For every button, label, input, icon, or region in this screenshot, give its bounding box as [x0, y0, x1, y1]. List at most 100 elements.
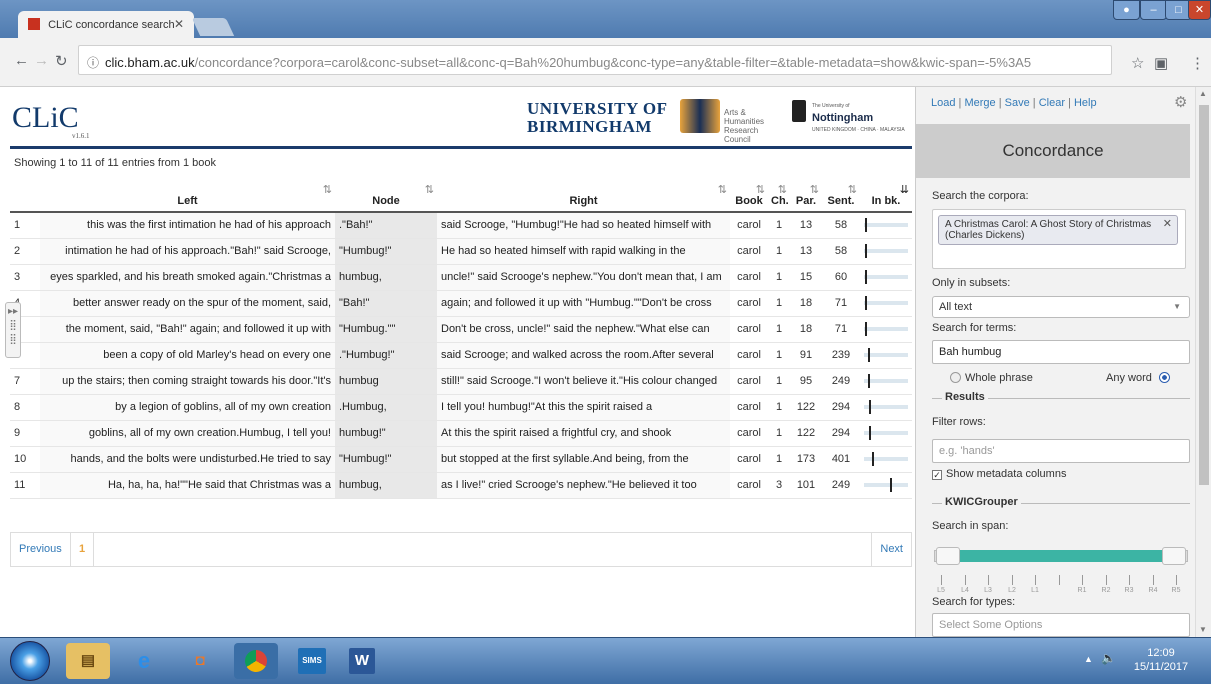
- corpus-chip[interactable]: A Christmas Carol: A Ghost Story of Chri…: [938, 215, 1178, 245]
- table-row[interactable]: 2 intimation he had of his approach."Bah!…: [10, 238, 912, 265]
- panel-toggle-handle[interactable]: ▸▸ ⣿ ⣿: [5, 302, 21, 358]
- table-row[interactable]: 7 up the stairs; then coming straight tow…: [10, 368, 912, 395]
- span-slider-right-handle[interactable]: [1162, 547, 1186, 565]
- tray-expand-icon[interactable]: ▲: [1084, 654, 1093, 664]
- sims-app-icon[interactable]: SIMS: [290, 643, 334, 679]
- reload-icon[interactable]: ↻: [55, 52, 68, 70]
- span-slider[interactable]: [934, 547, 1188, 565]
- table-row[interactable]: 11 Ha, ha, ha, ha!""He said that Christma…: [10, 472, 912, 499]
- sort-icon[interactable]: ⇅: [718, 183, 727, 196]
- version-label: v1.6.1: [72, 132, 90, 140]
- help-link[interactable]: Help: [1074, 97, 1097, 109]
- row-paragraph: 13: [790, 238, 822, 265]
- sort-icon[interactable]: ⇅: [810, 183, 819, 196]
- col-header-right[interactable]: Right ⇅: [437, 180, 730, 213]
- internet-explorer-icon[interactable]: e: [122, 643, 166, 679]
- row-in-book: [860, 420, 912, 447]
- back-arrow-icon[interactable]: ←: [14, 52, 29, 69]
- subset-select[interactable]: All text ▼: [932, 296, 1190, 318]
- volume-icon[interactable]: 🔈: [1101, 651, 1116, 665]
- in-book-position-bar: [864, 270, 908, 284]
- sort-icon[interactable]: ⇅: [756, 183, 765, 196]
- word-icon[interactable]: W: [340, 643, 384, 679]
- extension-icon[interactable]: ▣: [1154, 54, 1168, 72]
- bookmark-star-icon[interactable]: ☆: [1131, 54, 1144, 72]
- table-row[interactable]: 6been a copy of old Marley's head on eve…: [10, 342, 912, 369]
- corpora-select[interactable]: A Christmas Carol: A Ghost Story of Chri…: [932, 209, 1186, 269]
- browser-toolbar: ← → ↻ ⓘ clic.bham.ac.uk/concordance?corpo…: [0, 38, 1211, 87]
- col-header-left[interactable]: Left ⇅: [40, 180, 335, 213]
- sort-icon[interactable]: ⇅: [425, 183, 434, 196]
- merge-link[interactable]: Merge: [964, 97, 995, 109]
- any-word-option[interactable]: Any word: [1106, 372, 1174, 384]
- col-header-book[interactable]: Book ⇅: [730, 180, 768, 213]
- in-book-position-bar: [864, 426, 908, 440]
- table-row[interactable]: 9 goblins, all of my own creation.Humbug,…: [10, 420, 912, 447]
- table-row[interactable]: 8 by a legion of goblins, all of my own c…: [10, 394, 912, 421]
- span-slider-left-handle[interactable]: [936, 547, 960, 565]
- scroll-up-arrow-icon[interactable]: ▲: [1199, 89, 1207, 98]
- panel-scrollbar[interactable]: ▲ ▼: [1195, 87, 1211, 637]
- system-clock[interactable]: 12:09 15/11/2017: [1126, 646, 1196, 674]
- filter-rows-input[interactable]: e.g. 'hands': [932, 439, 1190, 463]
- next-page-button[interactable]: Next: [871, 533, 911, 566]
- save-link[interactable]: Save: [1005, 97, 1030, 109]
- table-row[interactable]: 4better answer ready on the spur of the …: [10, 290, 912, 317]
- row-book: carol: [730, 212, 768, 239]
- file-explorer-icon[interactable]: ▤: [66, 643, 110, 679]
- window-minimize-button[interactable]: –: [1140, 0, 1167, 20]
- col-header-node[interactable]: Node ⇅: [335, 180, 437, 213]
- row-left-context: up the stairs; then coming straight towa…: [40, 368, 335, 395]
- col-header-in-book[interactable]: In bk. ⇊: [860, 180, 912, 213]
- show-metadata-option[interactable]: ✓ Show metadata columns: [932, 468, 1066, 480]
- media-player-icon[interactable]: ◘: [178, 643, 222, 679]
- table-row[interactable]: 10 hands, and the bolts were undisturbed.…: [10, 446, 912, 473]
- any-word-radio[interactable]: [1158, 372, 1170, 383]
- sort-icon[interactable]: ⇅: [778, 183, 787, 196]
- new-tab-button[interactable]: [191, 18, 235, 36]
- row-chapter: 3: [768, 472, 790, 499]
- sort-icon[interactable]: ⇅: [323, 183, 332, 196]
- show-metadata-checkbox[interactable]: ✓: [932, 470, 942, 480]
- chrome-icon[interactable]: [234, 643, 278, 679]
- sort-icon[interactable]: ⇅: [848, 183, 857, 196]
- col-header-index[interactable]: [10, 180, 40, 213]
- whole-phrase-radio[interactable]: [950, 372, 961, 383]
- start-button[interactable]: [10, 641, 50, 681]
- info-icon[interactable]: ⓘ: [87, 56, 99, 70]
- table-row[interactable]: 5the moment, said, "Bah!" again; and fol…: [10, 316, 912, 343]
- panel-scrollbar-thumb[interactable]: [1199, 105, 1209, 485]
- forward-arrow-icon[interactable]: →: [34, 52, 49, 69]
- table-row[interactable]: 3 eyes sparkled, and his breath smoked ag…: [10, 264, 912, 291]
- sort-desc-icon[interactable]: ⇊: [900, 183, 909, 196]
- in-book-position-marker: [865, 218, 867, 233]
- tab-title: CLiC concordance search: [48, 19, 175, 31]
- row-index: 1: [10, 212, 40, 239]
- settings-sliders-icon[interactable]: ⚙: [1174, 93, 1187, 111]
- tab-close-icon[interactable]: ✕: [174, 17, 184, 31]
- search-types-input[interactable]: Select Some Options: [932, 613, 1190, 637]
- menu-icon[interactable]: ⋮: [1190, 54, 1205, 72]
- scroll-down-arrow-icon[interactable]: ▼: [1199, 625, 1207, 634]
- window-close-button[interactable]: ✕: [1188, 0, 1211, 20]
- clear-link[interactable]: Clear: [1039, 97, 1065, 109]
- in-book-position-marker: [868, 374, 870, 388]
- col-header-sentence[interactable]: Sent. ⇅: [822, 180, 860, 213]
- col-header-paragraph[interactable]: Par. ⇅: [790, 180, 822, 213]
- row-paragraph: 91: [790, 342, 822, 369]
- browser-tab[interactable]: CLiC concordance search ✕: [18, 11, 194, 38]
- row-node: ."Humbug!": [335, 342, 437, 369]
- window-profile-icon[interactable]: ●: [1113, 0, 1140, 20]
- url-host: clic.bham.ac.uk: [105, 55, 195, 70]
- load-link[interactable]: Load: [931, 97, 955, 109]
- page-1-button[interactable]: 1: [71, 533, 95, 566]
- table-row[interactable]: 1 this was the first intimation he had of…: [10, 212, 912, 239]
- col-header-chapter[interactable]: Ch. ⇅: [768, 180, 790, 213]
- remove-corpus-icon[interactable]: ✕: [1163, 219, 1172, 230]
- address-bar[interactable]: ⓘ clic.bham.ac.uk/concordance?corpora=car…: [78, 45, 1112, 75]
- whole-phrase-option[interactable]: Whole phrase: [950, 372, 1033, 384]
- search-terms-input[interactable]: Bah humbug: [932, 340, 1190, 364]
- clic-logo[interactable]: CLiC: [12, 101, 79, 135]
- row-chapter: 1: [768, 446, 790, 473]
- previous-page-button[interactable]: Previous: [11, 533, 71, 566]
